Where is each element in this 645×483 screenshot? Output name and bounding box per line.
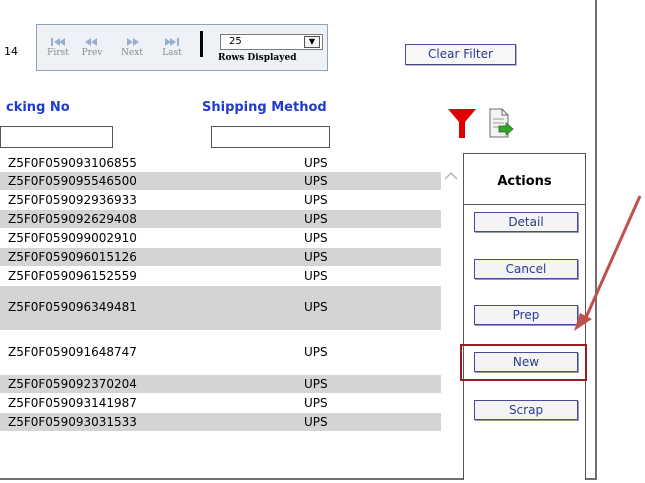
- pointer-arrow-icon: [574, 195, 642, 331]
